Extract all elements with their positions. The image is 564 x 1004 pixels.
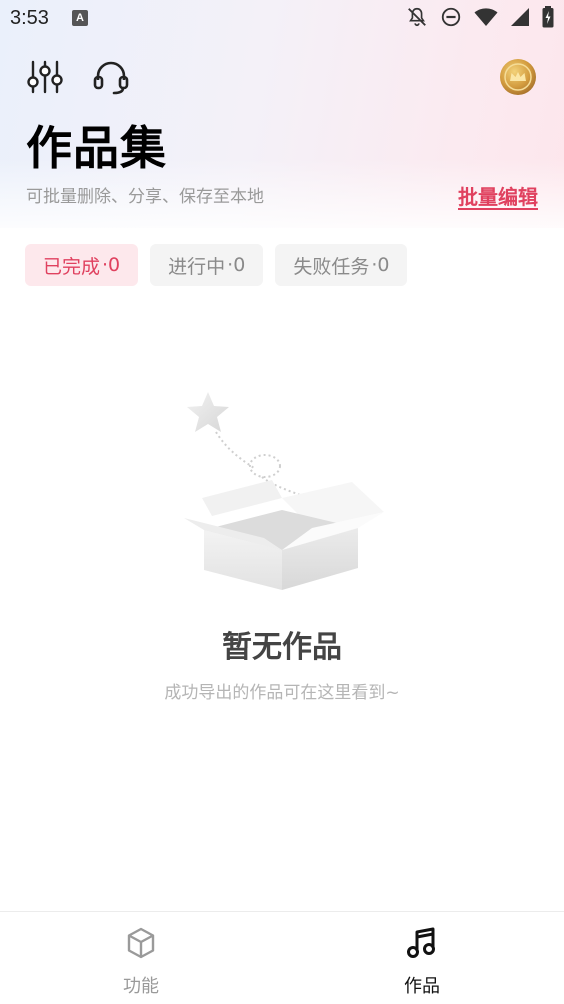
- customer-service-icon[interactable]: [92, 58, 130, 96]
- empty-state-title: 暂无作品: [222, 630, 342, 665]
- signal-icon: [511, 8, 529, 26]
- page-title: 作品集: [26, 121, 167, 175]
- nav-item-works[interactable]: 作品: [352, 912, 492, 1004]
- cube-icon: [127, 927, 155, 959]
- batch-edit-button[interactable]: 批量编辑: [458, 181, 538, 210]
- wifi-icon: [474, 8, 498, 26]
- nav-label: 功能: [123, 976, 159, 997]
- adjust-sliders-icon[interactable]: [26, 58, 64, 96]
- tab-in-progress[interactable]: 进行中 ·0: [150, 244, 264, 286]
- tab-count: ·0: [371, 254, 390, 276]
- tab-label: 进行中: [168, 255, 226, 278]
- page-subtitle: 可批量删除、分享、保存至本地: [26, 187, 264, 207]
- status-time: 3:53: [10, 7, 49, 29]
- nav-item-features[interactable]: 功能: [71, 912, 211, 1004]
- tab-failed[interactable]: 失败任务 ·0: [275, 244, 408, 286]
- battery-icon: [542, 6, 554, 28]
- vip-coin-icon[interactable]: [499, 58, 537, 96]
- bottom-navigation: 功能 作品: [0, 911, 564, 1004]
- status-bar: 3:53 A: [0, 0, 564, 36]
- notification-icon: A: [72, 10, 88, 26]
- tab-label: 已完成: [43, 255, 101, 278]
- empty-state-description: 成功导出的作品可在这里看到~: [164, 683, 400, 703]
- status-icons: [406, 6, 554, 28]
- music-note-icon: [407, 927, 435, 958]
- bell-off-icon: [408, 7, 426, 27]
- do-not-disturb-icon: [441, 7, 461, 27]
- status-tabs: 已完成 ·0 进行中 ·0 失败任务 ·0: [25, 244, 408, 286]
- tab-count: ·0: [102, 254, 121, 276]
- tab-label: 失败任务: [293, 255, 370, 278]
- tab-count: ·0: [227, 254, 246, 276]
- empty-box-illustration: [184, 392, 384, 590]
- tab-completed[interactable]: 已完成 ·0: [25, 244, 139, 286]
- nav-label: 作品: [404, 976, 440, 997]
